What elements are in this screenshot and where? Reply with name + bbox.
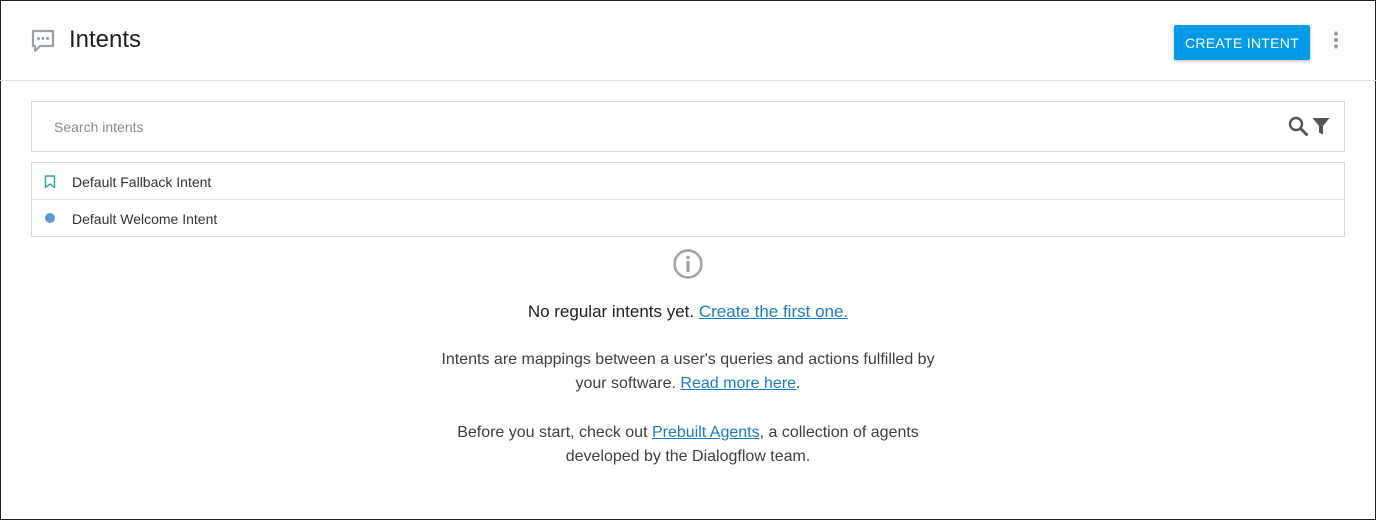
empty-state-description: Intents are mappings between a user's qu… bbox=[0, 348, 1376, 396]
intent-name: Default Welcome Intent bbox=[72, 211, 218, 227]
empty-state-title: No regular intents yet. Create the first… bbox=[0, 302, 1376, 322]
chat-bubble-icon bbox=[31, 29, 55, 53]
description-line: Intents are mappings between a user's qu… bbox=[441, 351, 935, 368]
prebuilt-agents-link[interactable]: Prebuilt Agents bbox=[652, 424, 760, 441]
dot-icon bbox=[45, 213, 55, 223]
prebuilt-agents-hint: Before you start, check out Prebuilt Age… bbox=[0, 421, 1376, 469]
page-header: Intents CREATE INTENT bbox=[0, 0, 1376, 81]
create-first-intent-link[interactable]: Create the first one. bbox=[699, 302, 848, 321]
description-text: your software. bbox=[575, 375, 676, 392]
description-text: . bbox=[796, 375, 801, 392]
search-bar bbox=[31, 101, 1345, 152]
intent-row-welcome[interactable]: Default Welcome Intent bbox=[32, 200, 1344, 237]
hint-line: Before you start, check out Prebuilt Age… bbox=[0, 421, 1376, 445]
search-input[interactable] bbox=[54, 116, 1254, 138]
description-line: your software. Read more here. bbox=[0, 372, 1376, 396]
more-vert-icon[interactable] bbox=[1326, 30, 1346, 50]
bookmark-icon bbox=[44, 175, 56, 189]
hint-text: , a collection of agents bbox=[759, 424, 919, 441]
info-icon bbox=[673, 249, 703, 279]
intent-list: Default Fallback Intent Default Welcome … bbox=[31, 162, 1345, 237]
hint-line: developed by the Dialogflow team. bbox=[565, 448, 811, 465]
create-intent-button[interactable]: CREATE INTENT bbox=[1174, 25, 1310, 60]
hint-text: Before you start, check out bbox=[457, 424, 648, 441]
page-title: Intents bbox=[69, 26, 142, 53]
empty-state: No regular intents yet. Create the first… bbox=[0, 248, 1376, 469]
intent-row-fallback[interactable]: Default Fallback Intent bbox=[32, 163, 1344, 200]
search-icon[interactable] bbox=[1288, 116, 1308, 136]
empty-state-message: No regular intents yet. bbox=[527, 302, 695, 321]
filter-icon[interactable] bbox=[1312, 117, 1330, 136]
read-more-link[interactable]: Read more here bbox=[680, 375, 796, 392]
intent-name: Default Fallback Intent bbox=[72, 174, 212, 190]
